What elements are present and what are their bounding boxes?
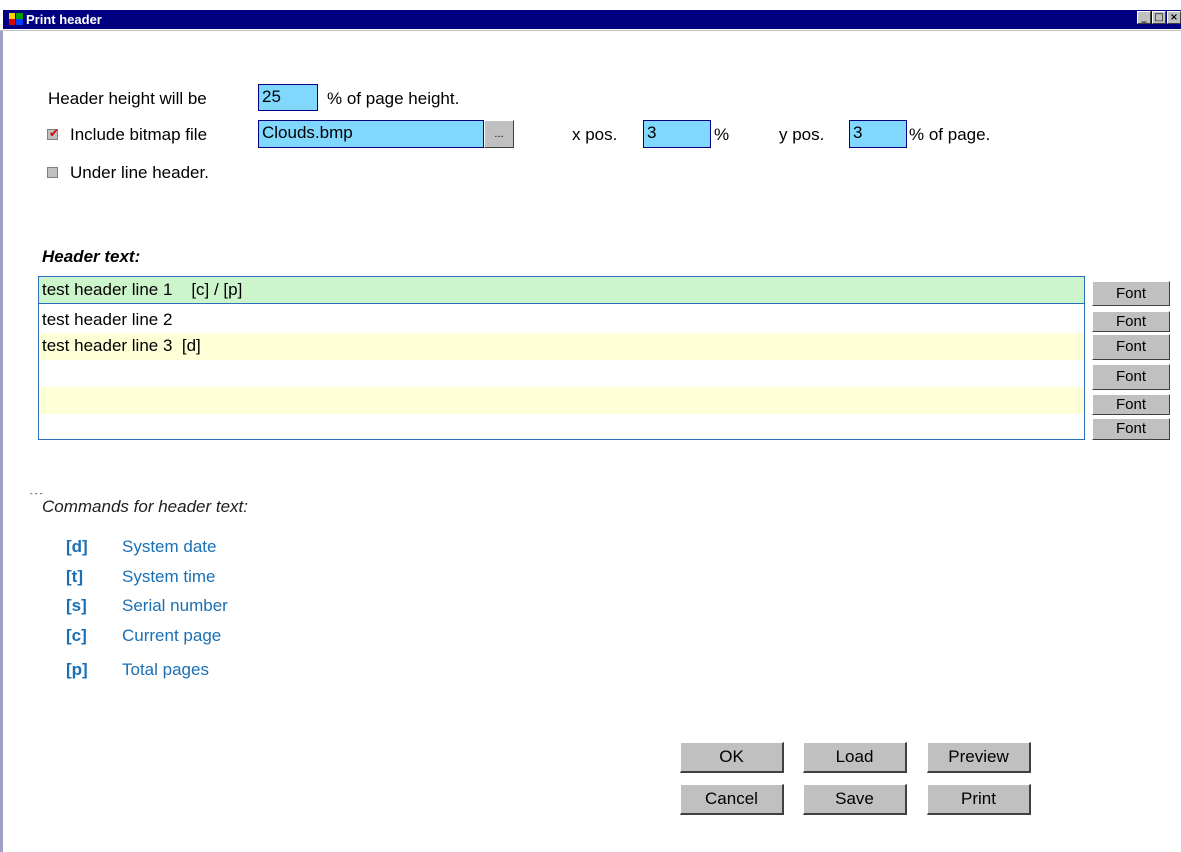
- header-line-1[interactable]: test header line 1 [c] / [p]: [39, 277, 1084, 304]
- header-text-title: Header text:: [42, 247, 141, 266]
- font-button-line-3[interactable]: Font: [1092, 334, 1170, 360]
- print-button[interactable]: Print: [927, 784, 1031, 815]
- command-key: [s]: [66, 596, 87, 615]
- minimize-button[interactable]: _: [1137, 11, 1151, 24]
- title-bar[interactable]: Print header _ □ ×: [0, 0, 1181, 31]
- separator-mark: - - -: [30, 489, 43, 498]
- header-line-5[interactable]: [39, 387, 1084, 414]
- header-line-6[interactable]: [39, 414, 1084, 439]
- x-pos-label: x pos.: [572, 125, 618, 144]
- preview-button[interactable]: Preview: [927, 742, 1031, 773]
- header-height-suffix: % of page height.: [327, 89, 460, 108]
- header-height-input[interactable]: 25: [258, 84, 318, 111]
- window-border: [0, 0, 3, 852]
- command-desc: System time: [122, 567, 216, 586]
- x-pos-suffix: %: [714, 125, 730, 144]
- header-line-4[interactable]: [39, 361, 1084, 388]
- command-desc: Total pages: [122, 660, 209, 679]
- header-height-label: Header height will be: [48, 89, 207, 108]
- load-button[interactable]: Load: [803, 742, 907, 773]
- ok-button[interactable]: OK: [680, 742, 784, 773]
- y-pos-input[interactable]: 3: [849, 120, 907, 148]
- y-pos-label: y pos.: [779, 125, 825, 144]
- save-button[interactable]: Save: [803, 784, 907, 815]
- y-pos-suffix: % of page.: [909, 125, 991, 144]
- font-button-line-6[interactable]: Font: [1092, 418, 1170, 440]
- command-key: [t]: [66, 567, 83, 586]
- checkmark-icon: ✔: [49, 126, 60, 140]
- command-desc: Serial number: [122, 596, 228, 615]
- font-button-line-1[interactable]: Font: [1092, 281, 1170, 306]
- header-line-2[interactable]: test header line 2: [39, 307, 1084, 334]
- title-bar-strip: [3, 10, 1181, 29]
- include-bitmap-checkbox[interactable]: ✔: [47, 126, 60, 140]
- command-desc: System date: [122, 537, 217, 556]
- commands-title: Commands for header text:: [42, 497, 248, 516]
- include-bitmap-label: Include bitmap file: [70, 125, 208, 144]
- font-button-line-4[interactable]: Font: [1092, 364, 1170, 390]
- maximize-button[interactable]: □: [1152, 11, 1166, 24]
- header-text-list: test header line 1 [c] / [p] test header…: [38, 276, 1085, 440]
- font-button-line-5[interactable]: Font: [1092, 394, 1170, 415]
- underline-header-checkbox[interactable]: [47, 167, 58, 178]
- cancel-button[interactable]: Cancel: [680, 784, 784, 815]
- window-title: Print header: [23, 11, 106, 28]
- underline-header-label: Under line header.: [70, 163, 209, 182]
- command-desc: Current page: [122, 626, 222, 645]
- header-line-3[interactable]: test header line 3 [d]: [39, 333, 1084, 360]
- close-button[interactable]: ×: [1167, 11, 1181, 24]
- font-button-line-2[interactable]: Font: [1092, 311, 1170, 332]
- app-icon: [9, 13, 23, 25]
- command-key: [d]: [66, 537, 88, 556]
- command-key: [c]: [66, 626, 87, 645]
- x-pos-input[interactable]: 3: [643, 120, 711, 148]
- browse-button[interactable]: ...: [484, 120, 514, 148]
- bitmap-file-input[interactable]: Clouds.bmp: [258, 120, 484, 148]
- command-key: [p]: [66, 660, 88, 679]
